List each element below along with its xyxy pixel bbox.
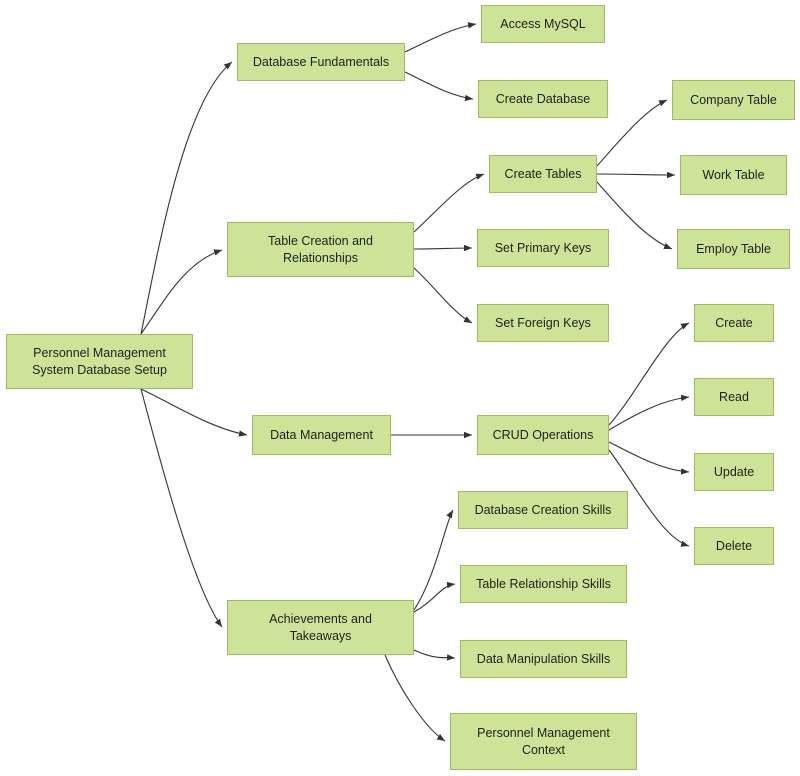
node-root[interactable]: Personnel Management System Database Set… xyxy=(6,334,193,389)
mindmap-canvas: Personnel Management System Database Set… xyxy=(0,0,800,776)
node-trskills[interactable]: Table Relationship Skills xyxy=(460,565,627,603)
node-label: Update xyxy=(713,464,755,479)
node-primary[interactable]: Set Primary Keys xyxy=(477,229,609,267)
node-tablecreate[interactable]: Table Creation and Relationships xyxy=(227,222,414,277)
node-work[interactable]: Work Table xyxy=(680,155,787,195)
edge-root-to-tablecreate xyxy=(140,249,223,335)
node-createtables[interactable]: Create Tables xyxy=(489,155,597,193)
edge-tablecreate-to-createtables xyxy=(413,173,485,233)
node-access[interactable]: Access MySQL xyxy=(481,5,605,43)
node-label: Table Relationship Skills xyxy=(476,576,611,591)
node-context[interactable]: Personnel Management Context xyxy=(450,713,637,770)
node-create[interactable]: Create xyxy=(694,304,774,342)
node-label: Read xyxy=(719,389,749,404)
node-label: Create Database xyxy=(495,91,591,106)
node-update[interactable]: Update xyxy=(694,453,774,491)
node-label: Personnel Management Context xyxy=(477,725,610,757)
node-label: Create Tables xyxy=(504,166,582,181)
node-delete[interactable]: Delete xyxy=(694,527,774,565)
node-achieve[interactable]: Achievements and Takeaways xyxy=(227,600,414,655)
node-label: Access MySQL xyxy=(500,16,586,31)
node-read[interactable]: Read xyxy=(694,378,774,416)
node-foreign[interactable]: Set Foreign Keys xyxy=(477,304,609,342)
node-label: Work Table xyxy=(702,167,765,182)
node-createdb[interactable]: Create Database xyxy=(478,80,608,118)
edge-root-to-achieve xyxy=(140,388,223,628)
node-fundamentals[interactable]: Database Fundamentals xyxy=(237,43,405,81)
node-label: Table Creation and Relationships xyxy=(268,233,373,265)
edge-achieve-to-trskills xyxy=(413,581,456,613)
edge-tablecreate-to-foreign xyxy=(413,267,473,324)
edge-crud-to-read xyxy=(608,394,690,431)
edge-root-to-datamgmt xyxy=(140,388,248,437)
node-label: Company Table xyxy=(690,92,777,107)
edge-crud-to-create xyxy=(608,322,690,426)
node-dmskills[interactable]: Data Manipulation Skills xyxy=(460,640,627,678)
edge-fundamentals-to-createdb xyxy=(404,71,474,102)
edge-tablecreate-to-primary xyxy=(413,244,473,252)
node-label: Data Manipulation Skills xyxy=(476,651,611,666)
node-label: Database Creation Skills xyxy=(474,502,612,517)
node-company[interactable]: Company Table xyxy=(672,80,795,120)
edge-achieve-to-context xyxy=(384,654,446,742)
node-label: Achievements and Takeaways xyxy=(269,611,372,643)
edge-achieve-to-dbskills xyxy=(413,509,454,611)
node-label: Delete xyxy=(715,538,753,553)
edge-achieve-to-dmskills xyxy=(413,649,456,661)
edge-createtables-to-work xyxy=(596,171,676,179)
node-employ[interactable]: Employ Table xyxy=(677,229,790,269)
node-crud[interactable]: CRUD Operations xyxy=(477,415,609,455)
node-label: Database Fundamentals xyxy=(252,54,390,69)
edge-fundamentals-to-access xyxy=(404,22,477,53)
node-label: Create xyxy=(715,315,753,330)
edge-root-to-fundamentals xyxy=(140,61,233,335)
edge-group xyxy=(140,22,690,742)
node-label: Employ Table xyxy=(696,241,771,256)
node-label: Data Management xyxy=(270,427,373,442)
node-label: Set Foreign Keys xyxy=(495,315,591,330)
node-label: CRUD Operations xyxy=(492,427,594,442)
node-label: Set Primary Keys xyxy=(494,240,592,255)
node-label: Personnel Management System Database Set… xyxy=(32,345,167,377)
node-datamgmt[interactable]: Data Management xyxy=(252,415,391,455)
edge-crud-to-update xyxy=(608,441,690,475)
node-dbskills[interactable]: Database Creation Skills xyxy=(458,491,628,529)
